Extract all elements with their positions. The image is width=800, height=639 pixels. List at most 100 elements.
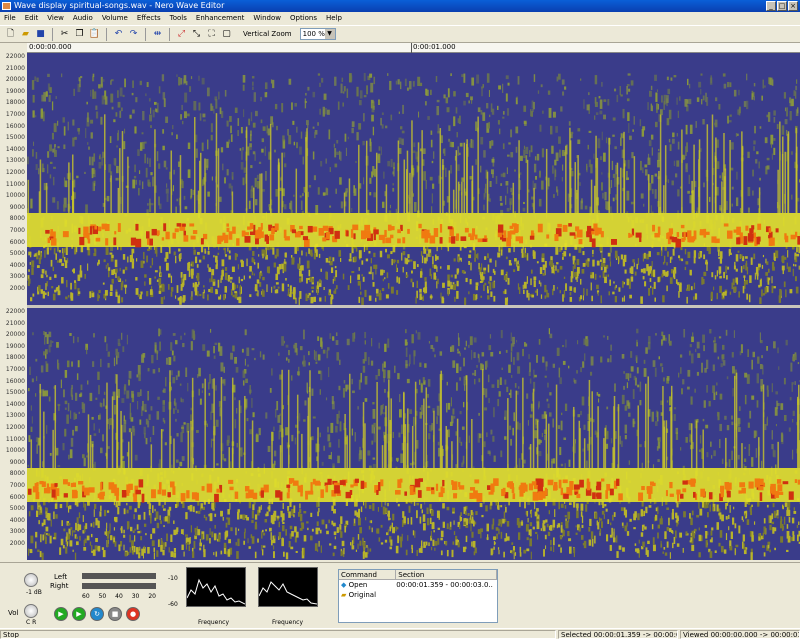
volume-panel: Left Right -1 dB 60 50 40 30 20 Vol C R … [4,567,156,626]
frequency-label: 18000 [5,99,25,107]
status-bar: Stop Selected 00:00:01.359 -> 00:00:01.3… [0,628,800,639]
title-bar: Wave display spiritual-songs.wav - Nero … [0,0,800,12]
open-folder-icon[interactable]: ▰ [19,28,32,41]
maximize-button[interactable]: □ [777,1,787,11]
frequency-label: 12000 [5,424,25,431]
frequency-label: 13000 [5,157,25,165]
right-level-meter [82,583,156,589]
menu-view[interactable]: View [47,14,64,22]
frequency-label: 9000 [9,203,25,211]
frequency-label: 11000 [5,180,25,188]
toolbar-separator [169,27,170,41]
frequency-label: 3000 [9,273,25,281]
frequency-label: 6000 [9,238,25,246]
frequency-label: 17000 [5,366,25,373]
frequency-label: 19000 [5,342,25,350]
save-icon[interactable]: ■ [34,28,47,41]
frequency-label: 20000 [5,331,25,339]
menu-edit[interactable]: Edit [25,14,39,22]
zoom-in-icon[interactable]: ⤢ [175,28,188,41]
status-viewed: Viewed 00:00:00.000 -> 00:00:01.999 [680,630,800,639]
menu-enhancement[interactable]: Enhancement [196,14,244,22]
zoom-all-icon[interactable]: ▢ [220,28,233,41]
frequency-label: 8000 [9,470,25,478]
scale-label: 30 [131,593,140,600]
balance-knob[interactable] [24,573,38,587]
select-all-icon[interactable]: ⇹ [151,28,164,41]
command-row[interactable]: ◆ Open 00:00:01.359 - 00:00:03.0.. [339,580,497,590]
ruler-start-time: 0:00:00.000 [29,43,72,51]
record-button[interactable]: ● [126,607,140,621]
new-file-icon[interactable]: 🗋 [4,28,17,41]
loop-button[interactable]: ↻ [90,607,104,621]
menu-file[interactable]: File [4,14,16,22]
command-text: Original [348,591,377,599]
command-table-header: Command Section [339,570,497,580]
paste-icon[interactable]: 📋 [88,28,101,41]
menu-audio[interactable]: Audio [73,14,93,22]
command-row[interactable]: ▰ Original [339,590,497,600]
frequency-label: 22000 [5,53,25,60]
scope-y-top: -10 [168,575,178,582]
col-command[interactable]: Command [339,570,397,579]
frequency-label: 15000 [5,134,25,142]
frequency-label: 13000 [5,412,25,420]
spectrum-trace [186,578,246,605]
status-text: Stop [0,630,556,639]
vertical-zoom-select[interactable]: 100 % ▼ [299,28,336,40]
undo-icon[interactable]: ↶ [112,28,125,41]
menu-effects[interactable]: Effects [137,14,161,22]
minimize-button[interactable]: _ [766,1,776,11]
command-section: 00:00:01.359 - 00:00:03.0.. [396,581,493,589]
frequency-label: 21000 [5,319,25,327]
zoom-selection-icon[interactable]: ⛶ [205,28,218,41]
spectrum-scope-left [186,567,246,607]
frequency-label: 2000 [9,540,25,547]
play-selection-button[interactable]: ▶ [72,607,86,621]
spectrogram-left-channel[interactable] [27,53,800,305]
menu-options[interactable]: Options [290,14,317,22]
cut-icon[interactable]: ✂ [58,28,71,41]
frequency-label: 11000 [5,435,25,443]
toolbar: 🗋 ▰ ■ ✂ ❐ 📋 ↶ ↷ ⇹ ⤢ ⤡ ⛶ ▢ Vertical Zoom … [0,25,800,43]
scale-label: 20 [148,593,156,600]
frequency-label: 17000 [5,111,25,118]
command-name: ▰ Original [339,590,396,600]
menu-tools[interactable]: Tools [170,14,187,22]
cr-label: C R [26,619,37,626]
frequency-label: 4000 [9,261,25,269]
stop-button[interactable]: ■ [108,607,122,621]
time-ruler[interactable]: 0:00:00.000 0:00:01.000 [27,43,800,53]
frequency-label: 7000 [9,227,25,234]
copy-icon[interactable]: ❐ [73,28,86,41]
spectrogram-canvas [27,308,800,560]
frequency-label: 9000 [9,458,25,466]
command-name: ◆ Open [339,580,396,590]
vertical-zoom-label: Vertical Zoom [243,30,292,38]
status-selected: Selected 00:00:01.359 -> 00:00:01.359 [558,630,678,639]
menu-volume[interactable]: Volume [102,14,128,22]
redo-icon[interactable]: ↷ [127,28,140,41]
spectrum-trace [258,581,318,605]
scale-label: 40 [115,593,123,600]
frequency-label: 2000 [9,285,25,292]
frequency-label: 10000 [5,192,25,200]
right-label: Right [50,582,69,590]
play-button[interactable]: ▶ [54,607,68,621]
menu-window[interactable]: Window [253,14,281,22]
spectrum-scope-right [258,567,318,607]
scale-label: 50 [98,593,107,600]
col-section[interactable]: Section [396,570,497,579]
frequency-label: 4000 [9,516,25,524]
volume-knob[interactable] [24,604,38,618]
close-button[interactable]: × [788,1,798,11]
spectrogram-right-channel[interactable] [27,308,800,560]
frequency-label: 18000 [5,354,25,362]
frequency-label: 8000 [9,215,25,223]
command-text: Open [348,581,368,589]
frequency-label: 14000 [5,400,25,408]
menu-help[interactable]: Help [326,14,342,22]
zoom-out-icon[interactable]: ⤡ [190,28,203,41]
frequency-label: 16000 [5,377,25,385]
folder-icon: ▰ [341,591,347,599]
